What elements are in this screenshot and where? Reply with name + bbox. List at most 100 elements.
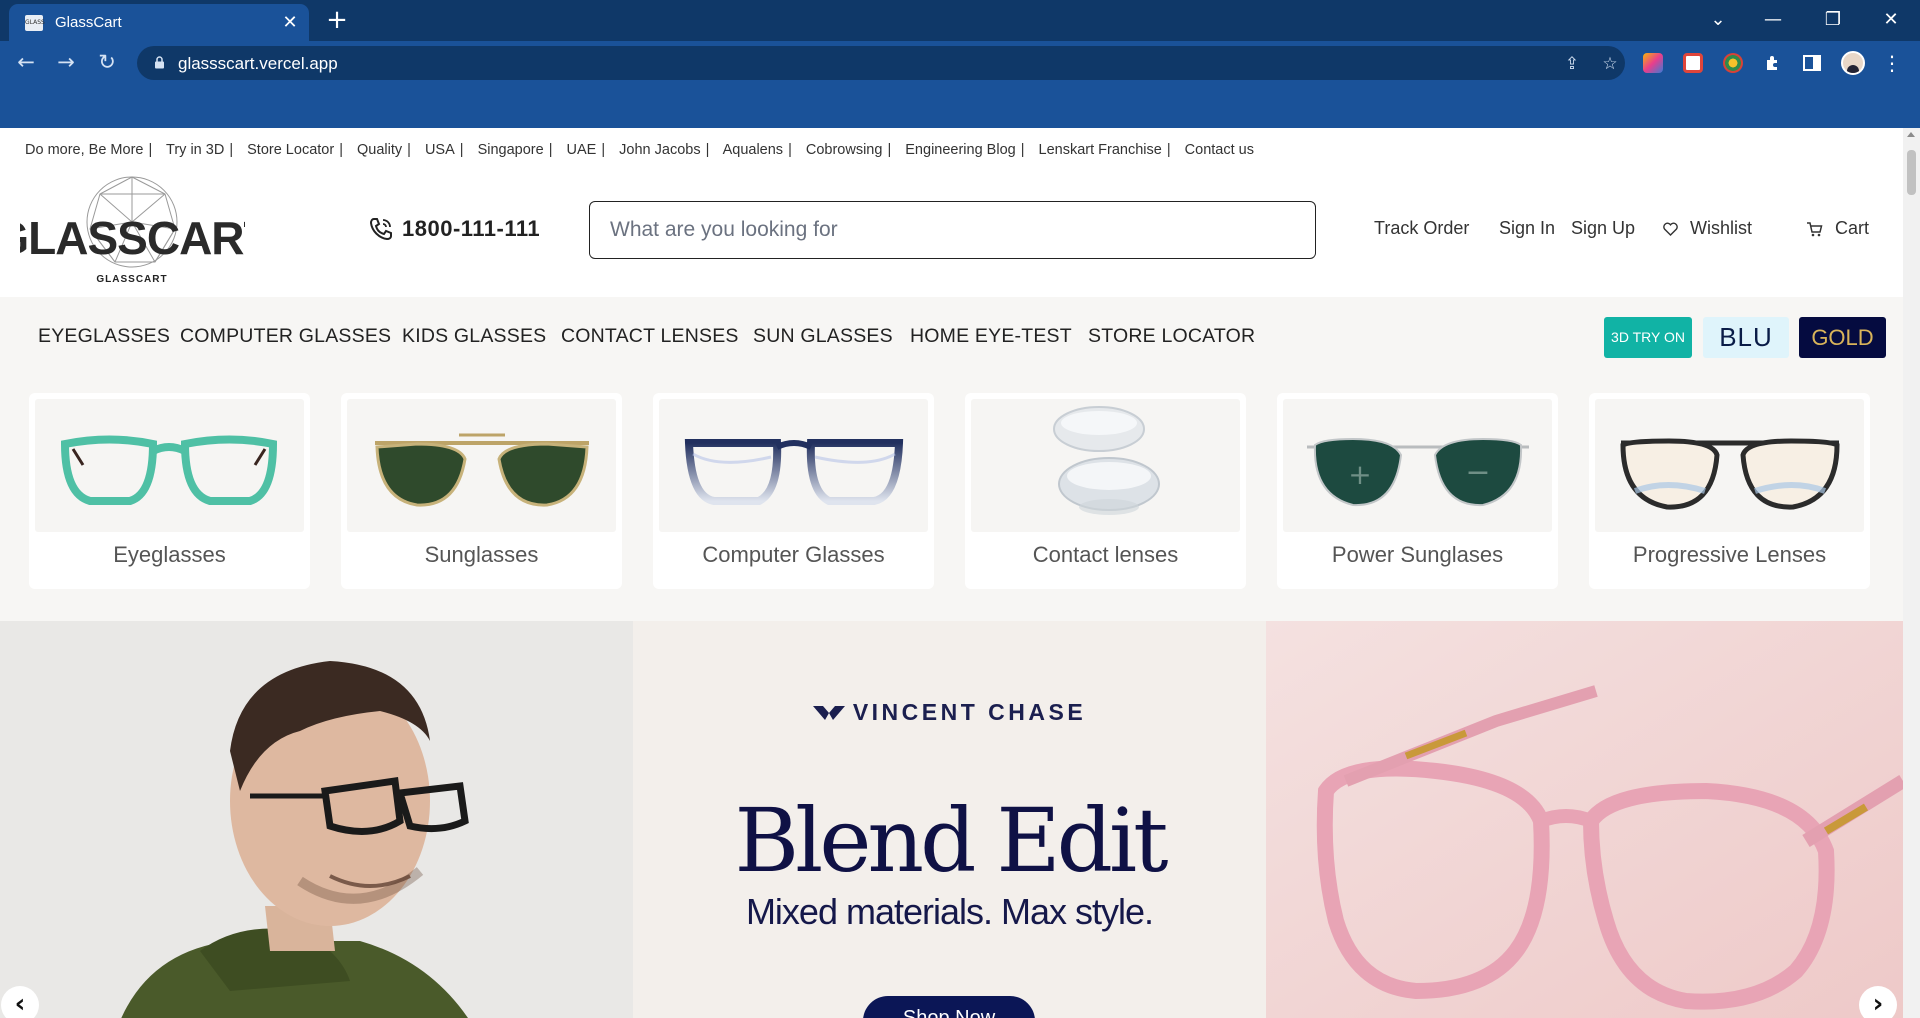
link-separator: | bbox=[148, 142, 153, 158]
top-link[interactable]: Try in 3D bbox=[166, 142, 224, 158]
tab-close-icon[interactable]: ✕ bbox=[279, 11, 301, 33]
search-input[interactable] bbox=[589, 201, 1316, 259]
contact-lenses-image bbox=[971, 399, 1240, 532]
nav-eyeglasses[interactable]: EYEGLASSES bbox=[38, 325, 170, 348]
nav-contact-lenses[interactable]: CONTACT LENSES bbox=[561, 325, 739, 348]
category-label: Eyeglasses bbox=[113, 542, 226, 567]
brand-name: VINCENT CHASE bbox=[852, 699, 1087, 725]
share-icon[interactable]: ⇪ bbox=[1561, 53, 1583, 75]
chrome-extension-icon[interactable] bbox=[1723, 53, 1743, 73]
back-button[interactable]: ← bbox=[10, 47, 42, 79]
browser-menu-icon[interactable]: ⋮ bbox=[1882, 49, 1902, 77]
main-nav: EYEGLASSES COMPUTER GLASSES KIDS GLASSES… bbox=[0, 297, 1903, 373]
category-card-eyeglasses[interactable]: Eyeglasses bbox=[29, 393, 310, 589]
page-scrollbar[interactable] bbox=[1903, 128, 1920, 1018]
minimize-button[interactable]: — bbox=[1750, 4, 1796, 36]
scroll-up-arrow-icon[interactable] bbox=[1907, 132, 1915, 137]
nav-store-locator[interactable]: STORE LOCATOR bbox=[1088, 325, 1255, 348]
hero-promo-panel: VINCENT CHASE Blend Edit Mixed materials… bbox=[633, 621, 1266, 1018]
pen-extension-icon[interactable] bbox=[1643, 53, 1663, 73]
link-separator: | bbox=[788, 142, 792, 158]
browser-tab-bar: GLASS GlassCart ✕ + ⌄ — ❐ ✕ bbox=[0, 0, 1920, 41]
browser-tab[interactable]: GLASS GlassCart ✕ bbox=[9, 4, 309, 41]
top-link[interactable]: Singapore bbox=[478, 142, 544, 158]
carousel-next-button[interactable]: › bbox=[1859, 986, 1897, 1018]
power-sunglasses-image: + − bbox=[1283, 399, 1552, 532]
link-separator: | bbox=[459, 142, 464, 158]
category-label: Contact lenses bbox=[1032, 542, 1179, 567]
category-label: Power Sunglases bbox=[1331, 542, 1504, 567]
progressive-lenses-image bbox=[1595, 399, 1864, 532]
calendar-extension-icon[interactable] bbox=[1683, 53, 1703, 73]
top-link[interactable]: USA bbox=[425, 142, 455, 158]
svg-text:+: + bbox=[1348, 458, 1371, 491]
category-card-contact-lenses[interactable]: Contact lenses bbox=[965, 393, 1246, 589]
scroll-thumb[interactable] bbox=[1907, 150, 1916, 195]
phone-icon bbox=[369, 218, 392, 241]
top-link[interactable]: Contact us bbox=[1185, 142, 1254, 158]
logo-wordmark: GLASSCART bbox=[20, 212, 245, 264]
sign-in-link[interactable]: Sign In bbox=[1499, 218, 1555, 239]
svg-text:−: − bbox=[1465, 455, 1490, 490]
blu-button[interactable]: BLU bbox=[1703, 317, 1789, 358]
nav-sun-glasses[interactable]: SUN GLASSES bbox=[753, 325, 893, 348]
forward-button[interactable]: → bbox=[50, 47, 82, 79]
top-link[interactable]: UAE bbox=[567, 142, 597, 158]
eyeglasses-image bbox=[35, 399, 304, 532]
top-link[interactable]: Engineering Blog bbox=[905, 142, 1015, 158]
vincent-chase-logo-icon bbox=[812, 706, 845, 720]
category-card-sunglasses[interactable]: Sunglasses bbox=[341, 393, 622, 589]
top-link[interactable]: Quality bbox=[357, 142, 402, 158]
top-link[interactable]: Store Locator bbox=[247, 142, 334, 158]
category-card-computer-glasses[interactable]: Computer Glasses bbox=[653, 393, 934, 589]
gold-button[interactable]: GOLD bbox=[1799, 317, 1886, 358]
sunglasses-image bbox=[347, 399, 616, 532]
puzzle-extensions-icon[interactable] bbox=[1763, 53, 1783, 73]
bookmark-star-icon[interactable]: ☆ bbox=[1599, 53, 1621, 75]
top-link[interactable]: Lenskart Franchise bbox=[1039, 142, 1162, 158]
3d-try-on-button[interactable]: 3D TRY ON bbox=[1604, 317, 1692, 358]
category-label: Progressive Lenses bbox=[1632, 542, 1827, 567]
nav-home-eye-test[interactable]: HOME EYE-TEST bbox=[910, 325, 1072, 348]
restore-button[interactable]: ❐ bbox=[1810, 4, 1856, 36]
hero-model-image bbox=[0, 621, 633, 1018]
bookmark-bar bbox=[0, 84, 1920, 128]
top-link[interactable]: Do more, Be More bbox=[25, 142, 143, 158]
category-label: Sunglasses bbox=[424, 542, 539, 567]
address-bar-row: ← → ↻ glassscart.vercel.app ⇪ ☆ ⋮ bbox=[0, 41, 1920, 84]
link-separator: | bbox=[339, 142, 343, 158]
nav-computer-glasses[interactable]: COMPUTER GLASSES bbox=[180, 325, 391, 348]
side-panel-icon[interactable] bbox=[1802, 53, 1822, 73]
cart-link[interactable]: Cart bbox=[1835, 218, 1869, 239]
track-order-link[interactable]: Track Order bbox=[1374, 218, 1469, 239]
new-tab-button[interactable]: + bbox=[322, 6, 352, 36]
sign-up-link[interactable]: Sign Up bbox=[1571, 218, 1635, 239]
phone-number[interactable]: 1800-111-111 bbox=[402, 216, 540, 242]
category-card-power-sunglasses[interactable]: + − Power Sunglases bbox=[1277, 393, 1558, 589]
window-close-button[interactable]: ✕ bbox=[1868, 4, 1914, 36]
computer-glasses-image bbox=[659, 399, 928, 532]
tab-title: GlassCart bbox=[55, 14, 122, 31]
link-separator: | bbox=[705, 142, 710, 158]
hero-subtitle: Mixed materials. Max style. bbox=[745, 891, 1154, 932]
reload-button[interactable]: ↻ bbox=[91, 47, 123, 79]
link-separator: | bbox=[1166, 142, 1171, 158]
glasscart-logo[interactable]: GLASSCART GLASSCART bbox=[20, 174, 245, 288]
top-link[interactable]: Cobrowsing bbox=[806, 142, 883, 158]
tab-search-icon[interactable]: ⌄ bbox=[1695, 4, 1741, 36]
url-bar[interactable]: glassscart.vercel.app ⇪ ☆ bbox=[137, 46, 1625, 80]
link-separator: | bbox=[601, 142, 606, 158]
lock-icon bbox=[155, 56, 164, 69]
carousel-prev-button[interactable]: ‹ bbox=[1, 986, 39, 1018]
hero-carousel: VINCENT CHASE Blend Edit Mixed materials… bbox=[0, 621, 1903, 1018]
url-text: glassscart.vercel.app bbox=[178, 54, 338, 73]
shop-now-button[interactable]: Shop Now bbox=[863, 996, 1035, 1018]
profile-avatar[interactable] bbox=[1841, 51, 1865, 75]
wishlist-link[interactable]: Wishlist bbox=[1690, 218, 1752, 239]
nav-kids-glasses[interactable]: KIDS GLASSES bbox=[402, 325, 546, 348]
category-card-progressive-lenses[interactable]: Progressive Lenses bbox=[1589, 393, 1870, 589]
top-link[interactable]: John Jacobs bbox=[619, 142, 700, 158]
top-link[interactable]: Aqualens bbox=[723, 142, 783, 158]
link-separator: | bbox=[1020, 142, 1025, 158]
cart-icon bbox=[1807, 222, 1823, 237]
